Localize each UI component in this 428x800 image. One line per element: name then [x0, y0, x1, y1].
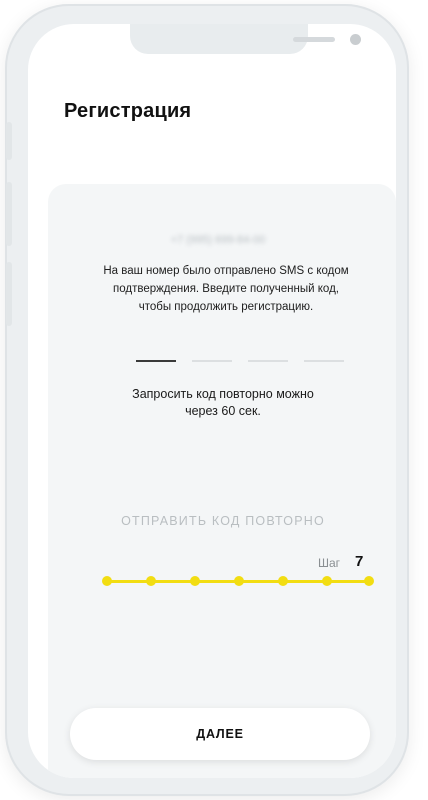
code-slot-2[interactable] [192, 360, 232, 362]
progress-dot [190, 576, 200, 586]
step-label: Шаг [318, 556, 341, 570]
progress-dot [234, 576, 244, 586]
page-title: Регистрация [64, 100, 192, 122]
code-slot-1[interactable] [136, 360, 176, 362]
info-text: На ваш номер было отправлено SMS с кодом… [103, 265, 349, 313]
progress-dot [278, 576, 288, 586]
notch [130, 24, 361, 54]
phone-number: +7 (995) 699-84-00 [170, 234, 266, 246]
silent-switch [6, 122, 12, 160]
step-number: 7 [355, 553, 364, 570]
step-progress [102, 574, 374, 588]
verification-card: +7 (995) 699-84-00 На ваш номер было отп… [48, 184, 396, 778]
stage: Регистрация +7 (995) 699-84-00 На ваш но… [0, 0, 428, 800]
speaker [293, 37, 335, 42]
resend-code-button[interactable]: ОТПРАВИТЬ КОД ПОВТОРНО [108, 514, 338, 528]
camera-icon [350, 34, 361, 45]
progress-dot [364, 576, 374, 586]
phone-screen: Регистрация +7 (995) 699-84-00 На ваш но… [28, 24, 396, 778]
volume-down-button [6, 262, 12, 326]
next-button[interactable]: ДАЛЕЕ [70, 708, 370, 760]
code-slot-4[interactable] [304, 360, 344, 362]
progress-dot [146, 576, 156, 586]
volume-up-button [6, 182, 12, 246]
phone-frame: Регистрация +7 (995) 699-84-00 На ваш но… [5, 4, 409, 796]
code-input[interactable] [136, 360, 356, 364]
progress-dot [102, 576, 112, 586]
progress-dot [322, 576, 332, 586]
resend-timer-text: Запросить код повторно можно через 60 се… [132, 387, 314, 418]
code-slot-3[interactable] [248, 360, 288, 362]
